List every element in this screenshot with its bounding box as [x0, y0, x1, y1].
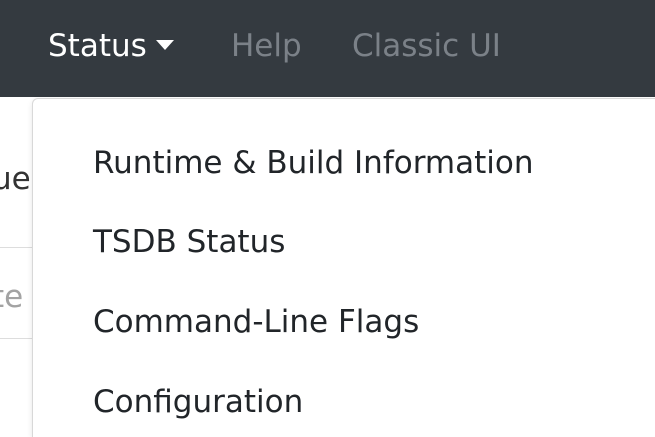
status-dropdown-menu: Runtime & Build Information TSDB Status …: [32, 98, 655, 437]
nav-help-link[interactable]: Help: [231, 24, 302, 68]
background-divider: [0, 338, 34, 339]
background-divider: [0, 247, 34, 248]
dropdown-item-tsdb-status[interactable]: TSDB Status: [93, 220, 285, 264]
nav-classic-ui-link[interactable]: Classic UI: [352, 24, 501, 68]
background-text-fragment: te: [0, 279, 24, 315]
dropdown-item-command-line-flags[interactable]: Command-Line Flags: [93, 300, 419, 344]
app-frame: ue te Status Help Classic UI Runtime & B…: [0, 0, 655, 437]
nav-status-label: Status: [48, 28, 147, 64]
dropdown-item-runtime-build-info[interactable]: Runtime & Build Information: [93, 141, 533, 185]
nav-status-dropdown-toggle[interactable]: Status: [48, 24, 174, 68]
background-text-fragment: ue: [0, 161, 31, 197]
top-navbar: Status Help Classic UI: [0, 0, 655, 97]
dropdown-item-configuration[interactable]: Configuration: [93, 380, 303, 424]
caret-down-icon: [155, 40, 174, 50]
